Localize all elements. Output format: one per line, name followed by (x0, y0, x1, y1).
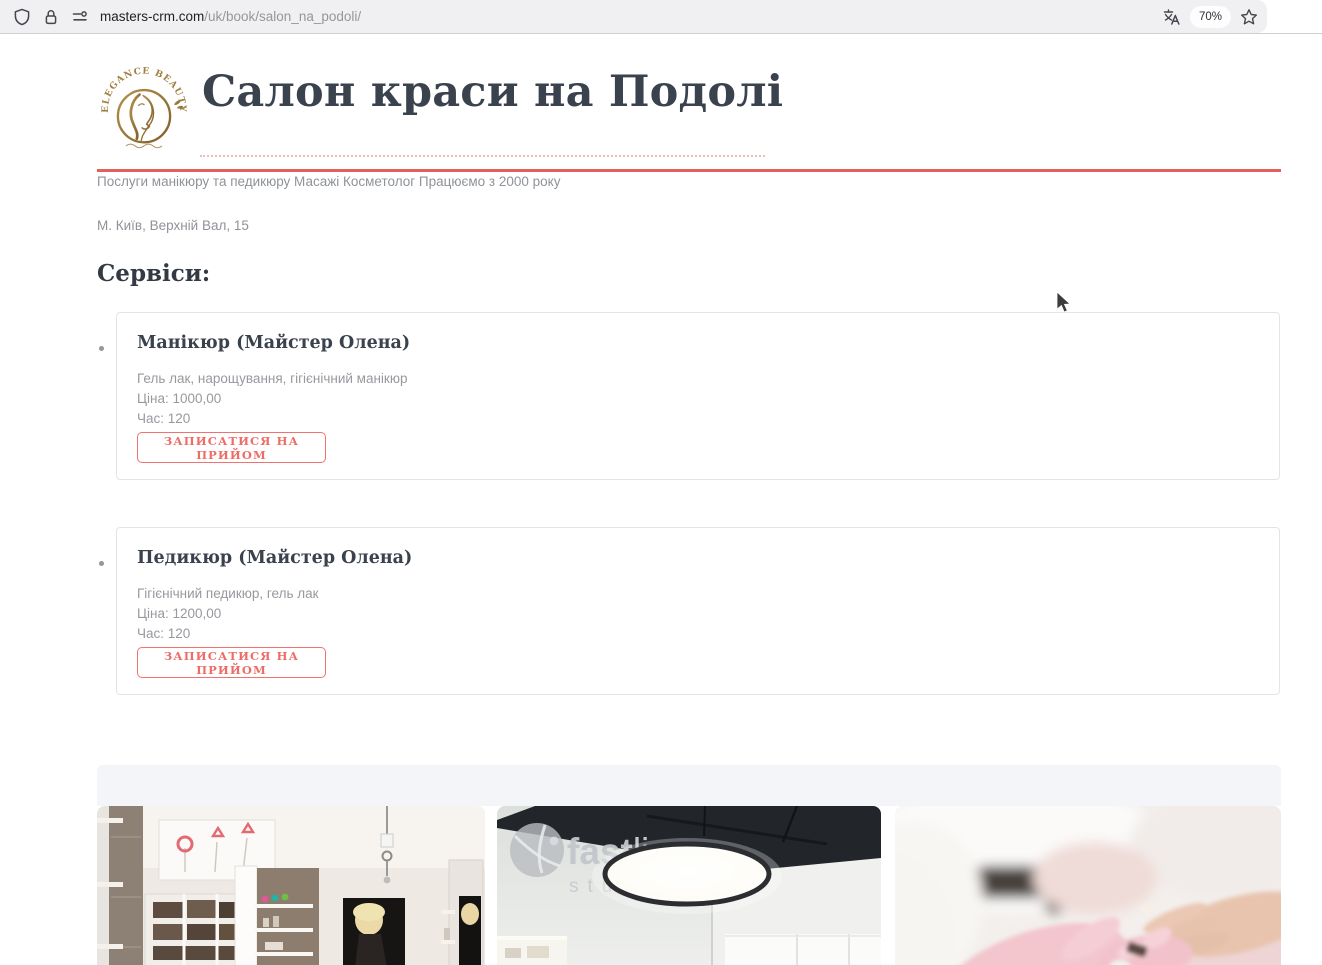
list-bullet (99, 346, 104, 351)
service-title: Педикюр (Майстер Олена) (137, 548, 412, 568)
time-value: 120 (168, 626, 191, 641)
service-card-pedicure: Педикюр (Майстер Олена) Гігієнічний педи… (116, 527, 1280, 695)
price-value: 1000,00 (172, 391, 221, 406)
services-heading: Сервіси: (97, 260, 210, 287)
url-text[interactable]: masters-crm.com/uk/book/salon_na_podoli/ (100, 9, 361, 24)
permissions-icon[interactable] (71, 8, 89, 26)
time-value: 120 (168, 411, 191, 426)
salon-logo: ELEGANCE BEAUTY (99, 65, 189, 153)
address-bar[interactable]: masters-crm.com/uk/book/salon_na_podoli/… (0, 0, 1267, 33)
salon-address: М. Київ, Верхній Вал, 15 (97, 218, 249, 233)
url-path: /uk/book/salon_na_podoli/ (204, 9, 361, 24)
gallery-photo-salon-interior (97, 806, 485, 965)
service-price: Ціна: 1200,00 (137, 606, 221, 621)
mouse-cursor (1056, 291, 1073, 314)
bookmark-star-icon[interactable] (1240, 8, 1258, 26)
zoom-level-badge[interactable]: 70% (1190, 6, 1231, 28)
service-price: Ціна: 1000,00 (137, 391, 221, 406)
logo-script-line (126, 144, 162, 148)
gallery-photo-manicure (895, 806, 1281, 965)
lock-icon[interactable] (42, 8, 60, 26)
browser-toolbar: masters-crm.com/uk/book/salon_na_podoli/… (0, 0, 1322, 34)
list-bullet (99, 561, 104, 566)
page-content: ELEGANCE BEAUTY Салон краси на Подолі По… (0, 35, 1322, 965)
shield-icon[interactable] (13, 8, 31, 26)
service-description: Гігієнічний педикюр, гель лак (137, 586, 319, 601)
time-label: Час: (137, 626, 164, 641)
service-duration: Час: 120 (137, 411, 190, 426)
book-appointment-button[interactable]: ЗАПИСАТИСЯ НА ПРИЙОМ (137, 432, 326, 463)
url-domain: masters-crm.com (100, 9, 204, 24)
service-description: Гель лак, нарощування, гігієнічний манік… (137, 371, 407, 386)
service-duration: Час: 120 (137, 626, 190, 641)
time-label: Час: (137, 411, 164, 426)
price-value: 1200,00 (172, 606, 221, 621)
service-card-manicure: Манікюр (Майстер Олена) Гель лак, нарощу… (116, 312, 1280, 480)
accent-divider (97, 169, 1281, 172)
price-label: Ціна: (137, 606, 169, 621)
service-title: Манікюр (Майстер Олена) (137, 333, 410, 353)
price-label: Ціна: (137, 391, 169, 406)
translate-icon[interactable] (1163, 8, 1181, 26)
gallery-section-strip (97, 765, 1281, 806)
title-dotted-divider (200, 155, 765, 157)
salon-description: Послуги манікюру та педикюру Масажі Косм… (97, 174, 560, 189)
book-appointment-button[interactable]: ЗАПИСАТИСЯ НА ПРИЙОМ (137, 647, 326, 678)
page-title: Салон краси на Подолі (202, 67, 783, 117)
gallery-photo-ceiling-lamp: fastline studio (497, 806, 881, 965)
